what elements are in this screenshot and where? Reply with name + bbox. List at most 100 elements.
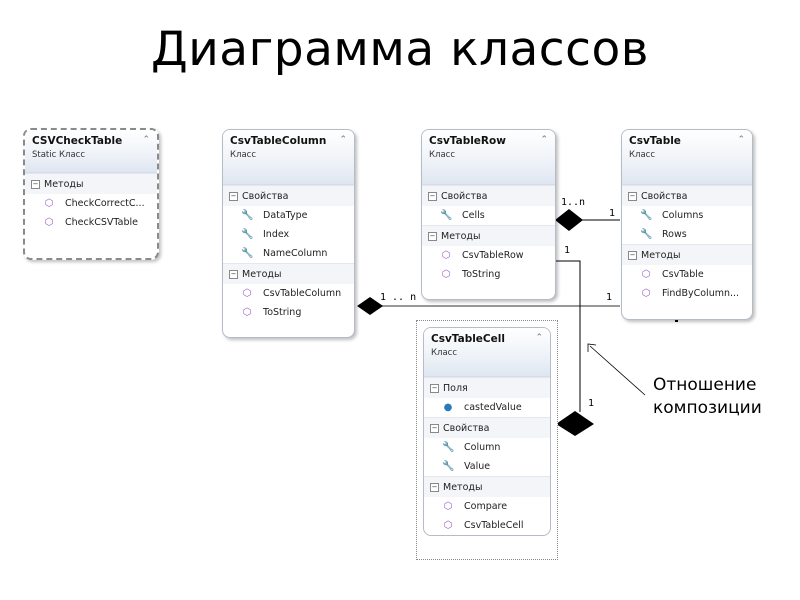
- method-item[interactable]: ⬡ CsvTableCell: [424, 516, 550, 535]
- method-cube-icon: ⬡: [242, 288, 252, 299]
- property-item[interactable]: 🔧 Column: [424, 438, 550, 457]
- section-label: Свойства: [242, 190, 289, 202]
- wrench-icon: 🔧: [440, 210, 453, 221]
- method-item[interactable]: ⬡ CsvTable: [622, 265, 752, 284]
- composition-diamond-cell: [556, 411, 594, 436]
- method-cube-icon: ⬡: [441, 269, 451, 280]
- wrench-icon: 🔧: [442, 461, 455, 472]
- section-properties[interactable]: − Свойства: [422, 185, 555, 206]
- property-item[interactable]: 🔧 DataType: [223, 206, 354, 225]
- section-properties[interactable]: − Свойства: [424, 417, 550, 438]
- connector-row-cell: [556, 260, 581, 412]
- double-chevron-up-icon[interactable]: ⌃: [737, 135, 745, 145]
- class-kind: Класс: [431, 348, 458, 358]
- item-label: Columns: [662, 210, 704, 221]
- item-label: CsvTable: [662, 269, 704, 280]
- wrench-icon: 🔧: [640, 210, 653, 221]
- method-item[interactable]: ⬡ CsvTableColumn: [223, 284, 354, 303]
- item-label: CsvTableRow: [462, 250, 524, 261]
- class-box-csvtablecolumn[interactable]: CsvTableColumn Класс ⌃ − Свойства 🔧 DataTy…: [222, 129, 355, 338]
- section-methods[interactable]: − Методы: [422, 225, 555, 246]
- section-properties[interactable]: − Свойства: [223, 185, 354, 206]
- multiplicity-label: 1: [606, 292, 613, 303]
- section-label: Методы: [44, 178, 84, 190]
- class-box-csvchecktable[interactable]: CSVCheckTable Static Класс ⌃ − Методы ⬡ Ch…: [23, 128, 159, 260]
- double-chevron-up-icon[interactable]: ⌃: [535, 333, 543, 343]
- multiplicity-label: 1: [588, 398, 595, 409]
- minus-box-icon[interactable]: −: [628, 191, 637, 201]
- composition-diamond-row: [555, 209, 583, 231]
- method-item[interactable]: ⬡ CheckCorrectC...: [25, 194, 157, 213]
- method-item[interactable]: ⬡ CheckCSVTable: [25, 213, 157, 232]
- method-item[interactable]: ⬡ FindByColumn...: [622, 284, 752, 303]
- item-label: ToString: [462, 269, 501, 280]
- field-item[interactable]: ● castedValue: [424, 398, 550, 417]
- section-label: Поля: [443, 382, 468, 394]
- double-chevron-up-icon[interactable]: ⌃: [142, 135, 150, 145]
- section-methods[interactable]: − Методы: [223, 263, 354, 284]
- section-label: Свойства: [641, 190, 688, 202]
- item-label: NameColumn: [263, 248, 328, 259]
- method-item[interactable]: ⬡ ToString: [422, 265, 555, 284]
- class-box-csvtable[interactable]: CsvTable Класс ⌃ − Свойства 🔧 Columns 🔧 Row…: [621, 129, 753, 320]
- class-kind: Static Класс: [32, 150, 86, 160]
- method-cube-icon: ⬡: [443, 501, 453, 512]
- method-cube-icon: ⬡: [641, 269, 651, 280]
- field-icon: ●: [443, 402, 453, 413]
- section-label: Свойства: [441, 190, 488, 202]
- method-item[interactable]: ⬡ CsvTableRow: [422, 246, 555, 265]
- minus-box-icon[interactable]: −: [428, 231, 437, 241]
- minus-box-icon[interactable]: −: [428, 191, 437, 201]
- property-item[interactable]: 🔧 Index: [223, 225, 354, 244]
- method-cube-icon: ⬡: [441, 250, 451, 261]
- class-name: CsvTableCell: [431, 333, 505, 345]
- wrench-icon: 🔧: [241, 248, 254, 259]
- minus-box-icon[interactable]: −: [628, 250, 637, 260]
- class-kind: Класс: [429, 150, 456, 160]
- property-item[interactable]: 🔧 Cells: [422, 206, 555, 225]
- property-item[interactable]: 🔧 Value: [424, 457, 550, 476]
- method-cube-icon: ⬡: [443, 520, 453, 531]
- minus-box-icon[interactable]: −: [430, 383, 439, 393]
- property-item[interactable]: 🔧 Columns: [622, 206, 752, 225]
- class-box-csvtablecell[interactable]: CsvTableCell Класс ⌃ − Поля ● castedValue …: [416, 320, 558, 560]
- class-name: CSVCheckTable: [32, 135, 123, 147]
- item-label: ToString: [263, 307, 302, 318]
- method-cube-icon: ⬡: [641, 288, 651, 299]
- class-box-csvtablerow[interactable]: CsvTableRow Класс ⌃ − Свойства 🔧 Cells − Ме…: [421, 129, 556, 300]
- section-fields[interactable]: − Поля: [424, 377, 550, 398]
- minus-box-icon[interactable]: −: [31, 179, 40, 189]
- item-label: Cells: [462, 210, 485, 221]
- property-item[interactable]: 🔧 Rows: [622, 225, 752, 244]
- item-label: CsvTableCell: [464, 520, 524, 531]
- section-methods[interactable]: − Методы: [25, 173, 157, 194]
- class-name: CsvTableRow: [429, 135, 506, 147]
- item-label: DataType: [263, 210, 308, 221]
- section-methods[interactable]: − Методы: [424, 476, 550, 497]
- wrench-icon: 🔧: [241, 210, 254, 221]
- minus-box-icon[interactable]: −: [430, 482, 439, 492]
- minus-box-icon[interactable]: −: [229, 191, 238, 201]
- method-cube-icon: ⬡: [44, 198, 54, 209]
- section-label: Методы: [441, 230, 481, 242]
- section-methods[interactable]: − Методы: [622, 244, 752, 265]
- method-item[interactable]: ⬡ ToString: [223, 303, 354, 322]
- method-cube-icon: ⬡: [242, 307, 252, 318]
- method-item[interactable]: ⬡ Compare: [424, 497, 550, 516]
- section-label: Методы: [443, 481, 483, 493]
- minus-box-icon[interactable]: −: [430, 423, 439, 433]
- section-label: Методы: [242, 268, 282, 280]
- item-label: Value: [464, 461, 491, 472]
- section-properties[interactable]: − Свойства: [622, 185, 752, 206]
- class-kind: Класс: [230, 150, 257, 160]
- annotation-line: композиции: [653, 398, 762, 418]
- item-label: FindByColumn...: [662, 288, 740, 299]
- class-kind: Класс: [629, 150, 656, 160]
- wrench-icon: 🔧: [640, 229, 653, 240]
- double-chevron-up-icon[interactable]: ⌃: [339, 135, 347, 145]
- minus-box-icon[interactable]: −: [229, 269, 238, 279]
- wrench-icon: 🔧: [442, 442, 455, 453]
- item-label: Rows: [662, 229, 687, 240]
- double-chevron-up-icon[interactable]: ⌃: [540, 135, 548, 145]
- property-item[interactable]: 🔧 NameColumn: [223, 244, 354, 263]
